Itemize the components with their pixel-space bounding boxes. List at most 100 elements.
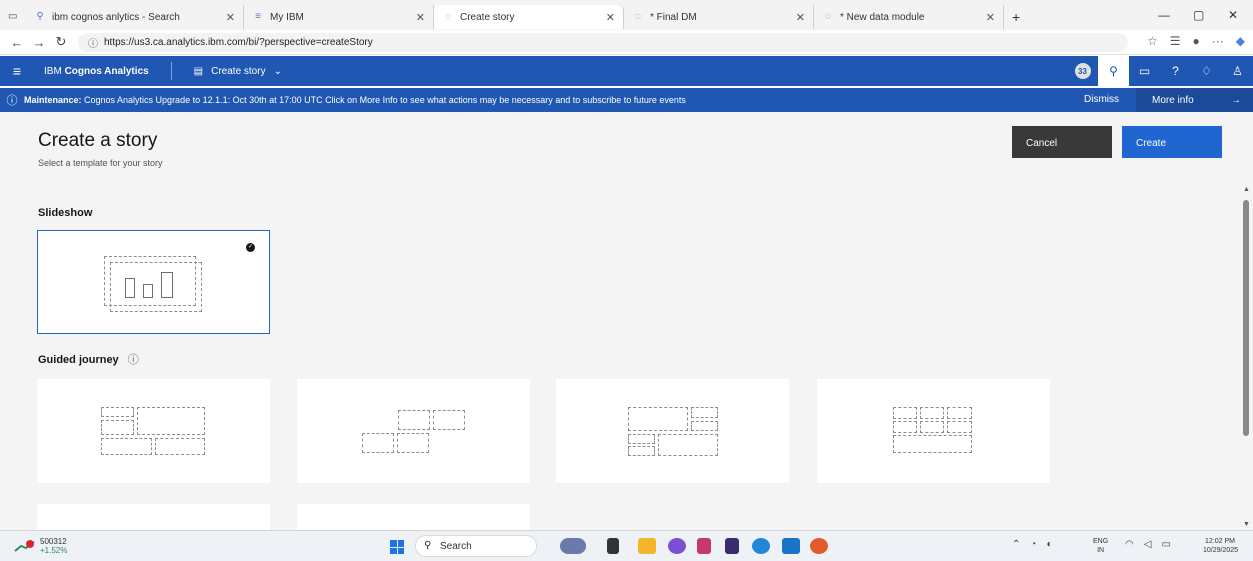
language-indicator[interactable]: ENG IN [1093,537,1108,555]
close-icon[interactable]: ✕ [986,11,995,24]
close-icon[interactable]: ✕ [606,11,615,24]
brand-name: Cognos Analytics [64,65,149,77]
template-card-guided-6[interactable] [297,504,530,530]
app-icon[interactable] [697,538,711,554]
loading-icon: ◌ [635,11,641,22]
page-header: Create a story Select a template for you… [0,112,1253,186]
help-icon[interactable]: ? [1160,56,1191,86]
file-explorer-icon[interactable] [638,538,656,554]
maximize-icon[interactable]: ▢ [1193,8,1204,22]
layout-block [397,433,429,453]
clock[interactable]: 12:02 PM 10/29/2025 [1203,537,1238,555]
tray-app-icon[interactable]: ◐ [1046,539,1052,550]
user-icon[interactable]: ♙ [1222,56,1253,86]
search-icon: ⚲ [36,11,44,22]
new-tab-icon[interactable]: + [1004,5,1034,29]
url-field[interactable]: ⓘ https://us3.ca.analytics.ibm.com/bi/?p… [78,32,1128,52]
taskbar-search[interactable]: ⚲ Search [415,535,537,557]
arrow-right-icon: → [1231,94,1241,106]
profile-icon[interactable]: ● [1193,34,1200,48]
dismiss-button[interactable]: Dismiss [1084,94,1119,105]
section-title-guided-journey: Guided journey ⓘ [38,351,139,367]
address-bar: ← → ↻ ⓘ https://us3.ca.analytics.ibm.com… [0,30,1253,55]
page-title: Create a story [38,130,158,151]
template-card-guided-3[interactable] [556,379,789,483]
copilot-icon[interactable]: ◆ [1236,34,1245,48]
forward-icon[interactable]: → [28,35,50,50]
template-card-guided-1[interactable] [37,379,270,483]
close-icon[interactable]: ✕ [416,11,425,24]
layout-block [893,407,917,419]
stock-chart-icon[interactable] [14,539,36,553]
status-icons[interactable]: ◠ ◁ ▭ [1125,539,1171,550]
vertical-scrollbar[interactable]: ▲ ▼ [1240,186,1253,530]
tab-actions-icon[interactable]: ▭ [0,5,26,29]
template-card-guided-2[interactable] [297,379,530,483]
cancel-button[interactable]: Cancel [1012,126,1112,158]
tab-label: * New data module [840,11,925,23]
create-button[interactable]: Create [1122,126,1222,158]
app-brand: IBM Cognos Analytics [44,66,149,77]
browser-tab-my-ibm[interactable]: ≡ My IBM ✕ [244,5,434,29]
tray-app-icon[interactable]: ◔ [1030,539,1036,550]
layout-block [920,421,944,433]
tab-label: ibm cognos anlytics - Search [52,11,180,23]
refresh-icon[interactable]: ↻ [50,34,72,50]
template-card-slideshow[interactable]: ✓ [37,230,270,334]
layout-block [893,421,917,433]
taskbar: 500312 +1.52% ⚲ Search ⌃ ◔ ◐ ENG IN ◠ ◁ … [0,530,1253,561]
create-story-menu[interactable]: ▤ Create story ⌄ [194,66,282,77]
copilot-icon[interactable] [668,538,686,554]
store-icon[interactable] [782,538,800,554]
layout-block [628,446,655,456]
lang-bottom: IN [1097,547,1105,554]
browser-tab-new-data-module[interactable]: ◌ * New data module ✕ [814,5,1004,29]
stock-widget[interactable]: 500312 +1.52% [40,537,67,555]
more-icon[interactable]: ··· [1212,34,1224,48]
bell-icon[interactable]: ♢ [1191,56,1222,86]
browser-tab-final-dm[interactable]: ◌ * Final DM ✕ [624,5,814,29]
scrollbar-thumb[interactable] [1243,200,1249,436]
layout-block [398,410,430,430]
close-window-icon[interactable]: ✕ [1228,8,1238,22]
stock-change: +1.52% [40,546,68,555]
bar-shape [161,272,173,298]
dropbox-icon[interactable] [725,538,739,554]
windows-start-icon[interactable] [390,540,404,554]
template-gallery: Slideshow ✓ Guided journey ⓘ [0,186,1240,530]
favorite-icon[interactable]: ☆ [1147,34,1158,48]
info-icon[interactable]: ⓘ [128,354,139,366]
chevron-down-icon: ⌄ [273,65,282,77]
task-view-icon[interactable] [607,538,619,554]
ibm-icon: ≡ [255,11,261,22]
widgets-icon[interactable] [560,538,586,554]
minimize-icon[interactable]: — [1158,8,1170,22]
layout-block [362,433,394,453]
bar-shape [143,284,153,298]
notification-badge[interactable]: 33 [1067,56,1098,86]
app-header: ≡ IBM Cognos Analytics ▤ Create story ⌄ … [0,56,1253,86]
site-info-icon[interactable]: ⓘ [88,35,98,50]
close-icon[interactable]: ✕ [796,11,805,24]
favorites-list-icon[interactable]: ☰ [1170,34,1181,48]
menu-icon[interactable]: ≡ [2,63,32,79]
close-icon[interactable]: ✕ [226,11,235,24]
layout-block [691,421,718,431]
layout-block [137,407,205,435]
template-card-guided-5[interactable] [37,504,270,530]
scroll-up-icon[interactable]: ▲ [1243,186,1250,193]
chrome-icon[interactable] [810,538,828,554]
tab-label: Create story [460,11,515,23]
edge-icon[interactable] [752,538,770,554]
chat-icon[interactable]: ▭ [1129,56,1160,86]
scroll-down-icon[interactable]: ▼ [1243,521,1250,528]
system-tray: ⌃ ◔ ◐ [1012,539,1052,550]
chevron-up-icon[interactable]: ⌃ [1012,539,1020,550]
more-info-button[interactable]: More info → [1136,88,1253,112]
back-icon[interactable]: ← [6,35,28,50]
browser-tab-create-story[interactable]: ◌ Create story ✕ [434,5,624,29]
template-card-guided-4[interactable] [817,379,1050,483]
browser-tab-strip: ▭ ⚲ ibm cognos anlytics - Search ✕ ≡ My … [0,0,1253,30]
browser-tab-search[interactable]: ⚲ ibm cognos anlytics - Search ✕ [26,5,244,29]
search-icon[interactable]: ⚲ [1098,56,1129,86]
